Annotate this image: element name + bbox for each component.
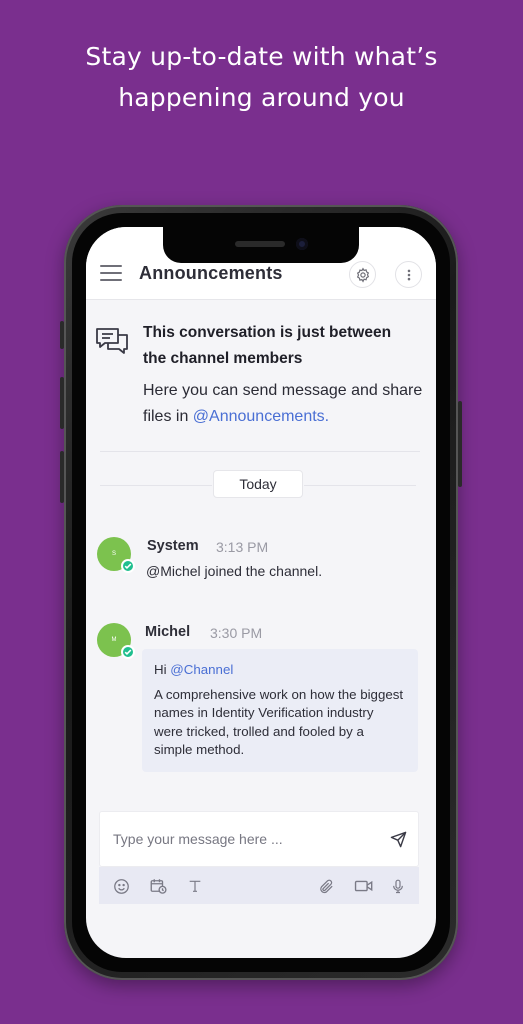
promo-line-2: happening around you [118,83,405,112]
settings-button[interactable] [349,261,376,288]
check-icon [124,563,132,570]
date-divider-label: Today [213,470,303,498]
text-format-icon [189,880,201,892]
message-time: 3:13 PM [216,539,269,555]
emoji-icon [113,878,129,894]
schedule-button[interactable] [149,877,167,895]
send-icon[interactable] [390,831,407,848]
message-composer [99,811,419,904]
attach-icon [319,879,333,893]
message-sender[interactable]: Michel [145,624,190,640]
schedule-icon [150,879,167,894]
date-divider: Today [86,470,436,500]
conversation-icon [96,328,128,354]
menu-icon[interactable] [100,265,122,281]
more-options-button[interactable] [395,261,422,288]
channel-mention-link[interactable]: @Channel [170,662,233,677]
message-sender[interactable]: System [147,538,199,554]
channel-mention-link[interactable]: @Announcements. [193,408,329,425]
message-greeting: Hi [154,662,171,677]
divider [100,451,420,452]
phone-mute-switch [60,321,64,349]
channel-title: Announcements [139,263,283,283]
message-text: @Michel joined the channel. [146,563,323,579]
message-time: 3:30 PM [210,625,263,641]
phone-volume-up [60,377,64,429]
avatar-initial: M [111,637,117,643]
avatar[interactable]: M [97,623,135,659]
app-screen: Announcements This conversation is just … [86,227,436,958]
intro-title: This conversation is just between the ch… [143,324,392,367]
attach-button[interactable] [317,877,335,895]
phone-notch [163,227,359,263]
more-vertical-icon [407,269,410,280]
divider-line-left [100,485,212,486]
check-icon [124,649,132,656]
verified-badge [121,645,135,659]
message-text: A comprehensive work on how the biggest … [154,686,404,758]
avatar-initial: S [111,551,116,557]
text-format-button[interactable] [186,877,204,895]
video-button[interactable] [353,877,375,895]
message-greeting-line: Hi @Channel [154,661,406,680]
speaker-grille [235,241,285,247]
avatar[interactable]: S [97,537,135,573]
phone-frame: Announcements This conversation is just … [60,205,462,980]
divider-line-right [304,485,416,486]
mic-icon [393,879,403,893]
front-camera [296,238,308,250]
phone-volume-down [60,451,64,503]
mic-button[interactable] [389,877,407,895]
composer-toolbar [99,867,419,904]
video-icon [354,880,373,892]
promo-line-1: Stay up-to-date with what’s [85,42,438,71]
composer-input-box [99,811,419,867]
verified-badge [121,559,135,573]
message-input[interactable] [113,812,383,866]
gear-icon [356,266,369,283]
message-bubble: Hi @Channel A comprehensive work on how … [142,649,418,772]
intro-body: Here you can send message and share file… [143,378,428,430]
emoji-button[interactable] [112,877,130,895]
phone-power-button [458,401,462,487]
promo-headline: Stay up-to-date with what’s happening ar… [0,36,523,118]
